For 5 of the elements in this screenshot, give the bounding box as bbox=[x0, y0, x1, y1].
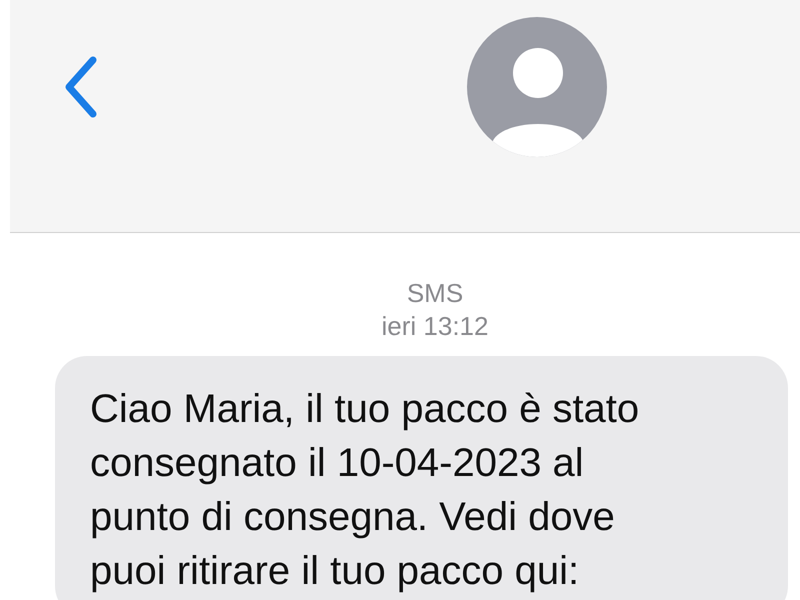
back-chevron-icon bbox=[63, 56, 99, 118]
avatar-icon[interactable] bbox=[467, 17, 607, 157]
service-label: SMS bbox=[406, 277, 464, 310]
message-text: Ciao Maria, il tuo pacco è stato consegnato il 10-04-2023 al punto di consegna. Vedi dove puoi ritirare il tuo pacco qui: bbox=[90, 386, 640, 595]
message-timestamp: ieri 13:12 bbox=[382, 310, 488, 343]
